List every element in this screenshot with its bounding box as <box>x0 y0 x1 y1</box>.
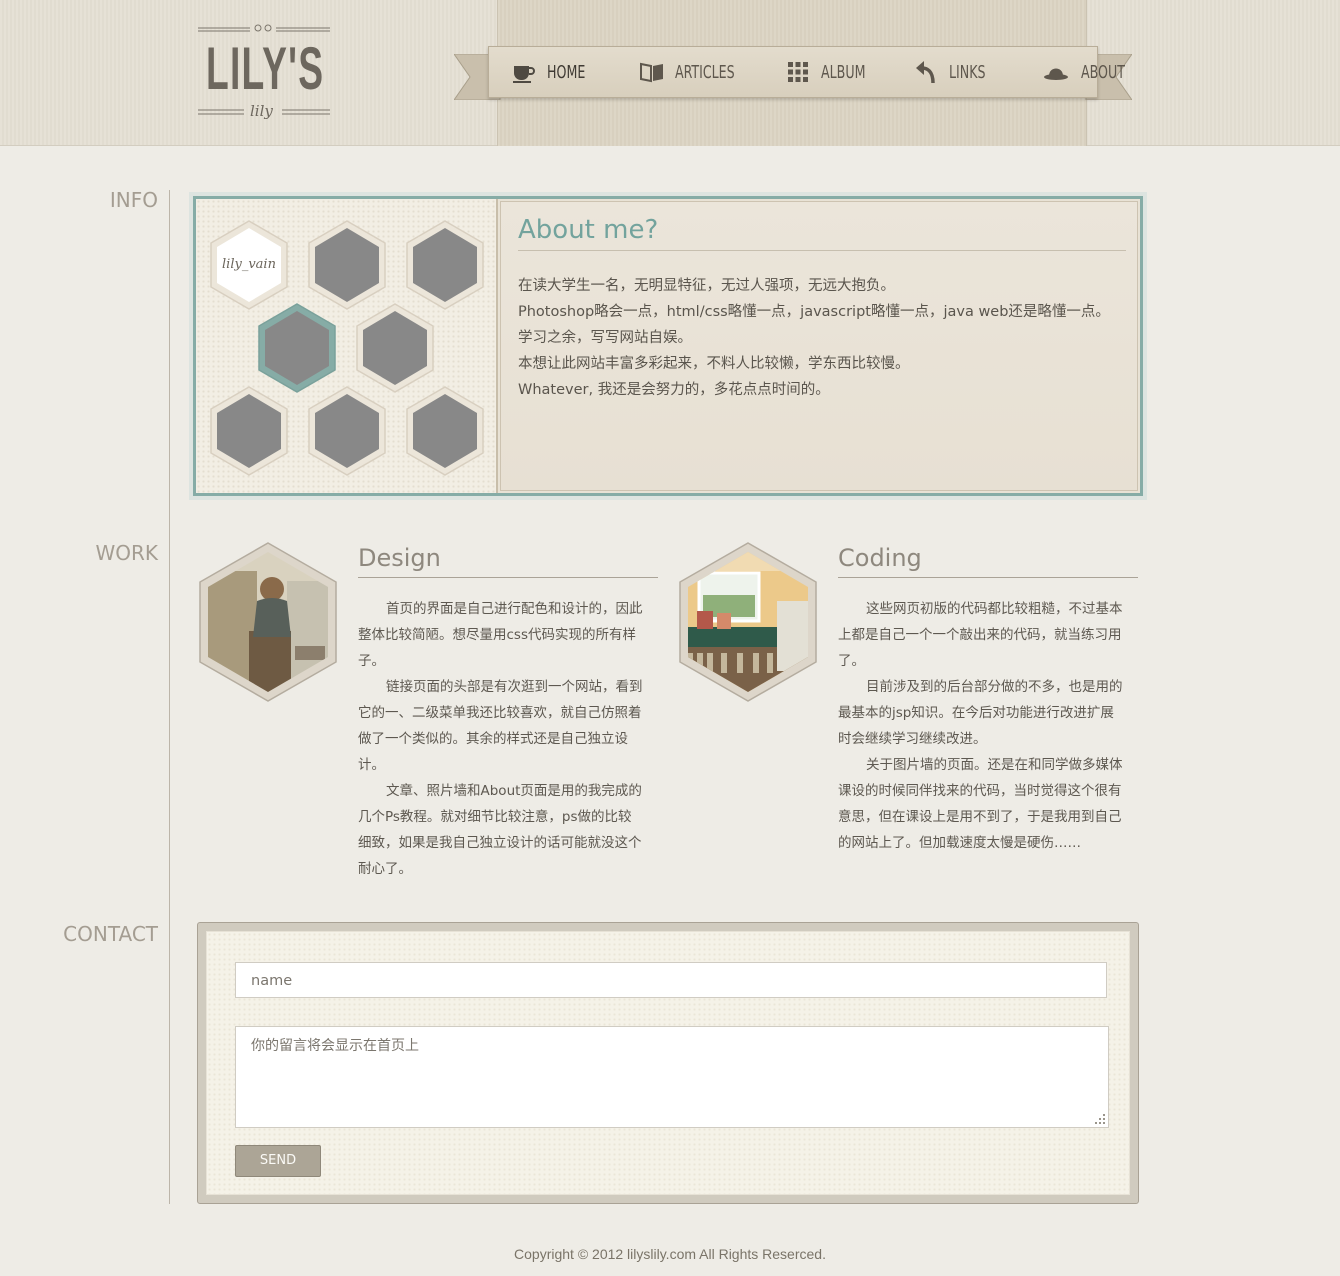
nav-label: LINKS <box>949 61 986 83</box>
about-line: Photoshop略会一点，html/css略懂一点，javascript略懂一… <box>518 304 1110 320</box>
coding-paragraph: 这些网页初版的代码都比较粗糙，不过基本上都是自己一个一个敲出来的代码，就当练习用… <box>838 601 1123 669</box>
hexagon-gallery: lily_vain <box>196 199 498 493</box>
about-text: 在读大学生一名，无明显特征，无过人强项，无远大抱负。 Photoshop略会一点… <box>518 273 1138 403</box>
send-button[interactable]: SEND <box>235 1145 321 1177</box>
nav-item-articles[interactable]: ARTICLES <box>639 47 763 97</box>
contact-form: name 你的留言将会显示在首页上 SEND <box>197 922 1139 1204</box>
info-card-inner: lily_vain About me? 在读大学生一名，无明显特征，无过人强项，… <box>193 196 1143 496</box>
design-paragraph: 首页的界面是自己进行配色和设计的，因此整体比较简陋。想尽量用css代码实现的所有… <box>358 601 643 669</box>
nav-item-about[interactable]: ABOUT <box>1041 47 1151 97</box>
logo-subtext: lily <box>250 102 273 120</box>
nav-item-links[interactable]: LINKS <box>913 47 1019 97</box>
photo-hexagon-selected[interactable] <box>256 302 338 394</box>
info-card: lily_vain About me? 在读大学生一名，无明显特征，无过人强项，… <box>189 192 1147 500</box>
photo-hexagon[interactable] <box>354 302 436 394</box>
section-label-contact: CONTACT <box>63 922 158 946</box>
nav-item-album[interactable]: ALBUM <box>785 47 891 97</box>
photo-hexagon[interactable] <box>404 385 486 477</box>
site-header: LILY'S lily HOME ARTICLES ALBUM LINKS AB… <box>0 0 1340 146</box>
logo-text: LILY'S <box>206 35 325 102</box>
nav-label: ABOUT <box>1081 61 1125 83</box>
nav-label: ARTICLES <box>675 61 735 83</box>
about-line: 学习之余，写写网站自娱。 <box>518 330 692 346</box>
open-book-icon <box>640 62 663 83</box>
about-title: About me? <box>518 215 1126 251</box>
photo-hexagon[interactable] <box>208 385 290 477</box>
avatar-text: lily_vain <box>222 257 276 272</box>
coding-paragraph: 关于图片墙的页面。还是在和同学做多媒体课设的时候同伴找来的代码，当时觉得这个很有… <box>838 757 1123 851</box>
coding-image-hexagon[interactable] <box>677 541 819 703</box>
coding-text: 这些网页初版的代码都比较粗糙，不过基本上都是自己一个一个敲出来的代码，就当练习用… <box>838 596 1124 856</box>
about-line: Whatever, 我还是会努力的，多花点点时间的。 <box>518 382 830 398</box>
resize-grip-icon[interactable] <box>1094 1113 1106 1125</box>
curved-arrow-icon <box>916 61 935 84</box>
footer-copyright: Copyright © 2012 lilyslily.com All Right… <box>514 1246 826 1262</box>
message-textarea[interactable]: 你的留言将会显示在首页上 <box>235 1026 1109 1128</box>
about-line: 本想让此网站丰富多彩起来，不料人比较懒，学东西比较慢。 <box>518 356 910 372</box>
nav-label: HOME <box>547 61 586 83</box>
hat-icon <box>1044 68 1068 80</box>
section-label-info: INFO <box>109 188 158 212</box>
design-title: Design <box>358 543 658 578</box>
photo-hexagon[interactable] <box>306 385 388 477</box>
grid-dots-icon <box>788 62 808 82</box>
photo-hexagon[interactable] <box>404 219 486 311</box>
about-panel: About me? 在读大学生一名，无明显特征，无过人强项，无远大抱负。 Pho… <box>498 199 1140 493</box>
section-label-work: WORK <box>95 541 158 565</box>
nav-item-home[interactable]: HOME <box>511 47 617 97</box>
photo-hexagon[interactable] <box>306 219 388 311</box>
coffee-cup-icon <box>513 66 535 83</box>
design-paragraph: 链接页面的头部是有次逛到一个网站，看到它的一、二级菜单我还比较喜欢，就自己仿照着… <box>358 679 643 773</box>
message-placeholder: 你的留言将会显示在首页上 <box>251 1038 419 1054</box>
coding-title: Coding <box>838 543 1138 578</box>
design-text: 首页的界面是自己进行配色和设计的，因此整体比较简陋。想尽量用css代码实现的所有… <box>358 596 644 882</box>
main-nav: HOME ARTICLES ALBUM LINKS ABOUT <box>488 46 1125 98</box>
contact-form-inner: name 你的留言将会显示在首页上 SEND <box>206 931 1130 1195</box>
site-logo[interactable]: LILY'S lily <box>196 20 332 130</box>
name-input[interactable]: name <box>235 962 1107 998</box>
about-line: 在读大学生一名，无明显特征，无过人强项，无远大抱负。 <box>518 278 895 294</box>
coding-paragraph: 目前涉及到的后台部分做的不多，也是用的最基本的jsp知识。在今后对功能进行改进扩… <box>838 679 1123 747</box>
section-divider-line <box>169 190 170 1204</box>
design-image-hexagon[interactable] <box>197 541 339 703</box>
design-paragraph: 文章、照片墙和About页面是用的我完成的几个Ps教程。就对细节比较注意，ps做… <box>358 783 642 877</box>
nav-label: ALBUM <box>821 61 866 83</box>
